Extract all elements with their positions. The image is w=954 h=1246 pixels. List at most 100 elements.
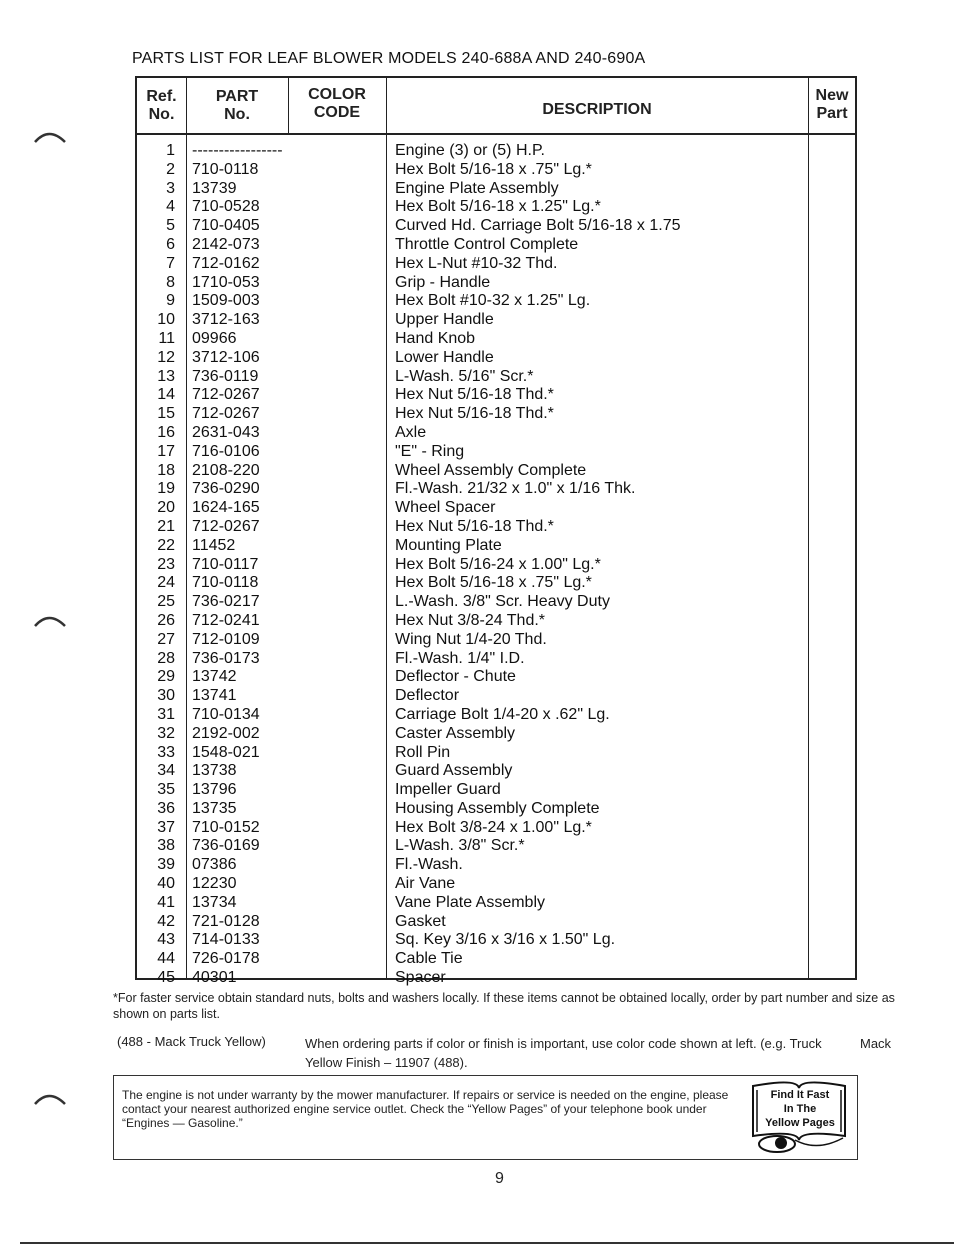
ref-no-cell: 4 (166, 198, 175, 216)
part-no-cell: 13741 (192, 687, 237, 705)
part-no-cell: 712-0241 (192, 611, 260, 629)
ref-no-cell: 15 (157, 405, 175, 423)
ref-no-cell: 39 (157, 856, 175, 874)
header-new-line2: Part (816, 105, 848, 122)
part-no-cell: 716-0106 (192, 442, 260, 460)
part-no-cell: 736-0119 (192, 367, 259, 385)
header-color-line1: COLOR (308, 86, 366, 103)
part-no-cell: 07386 (192, 856, 237, 874)
table-row: 2 710-0118 Hex Bolt 5/16-18 x .75" Lg.* (137, 161, 855, 180)
ref-no-cell: 14 (157, 386, 175, 404)
table-row: 38 736-0169 L-Wash. 3/8" Scr.* (137, 837, 855, 856)
table-row: 8 1710-053 Grip - Handle (137, 274, 855, 293)
table-row: 34 13738 Guard Assembly (137, 762, 855, 781)
part-no-cell: 13739 (192, 179, 237, 197)
table-row: 27 712-0109 Wing Nut 1/4-20 Thd. (137, 631, 855, 650)
ref-no-cell: 3 (166, 179, 175, 197)
part-no-cell: 13735 (192, 799, 237, 817)
part-no-cell: 1710-053 (192, 273, 260, 291)
header-ref-line1: Ref. (146, 88, 177, 105)
description-cell: Hand Knob (395, 329, 476, 347)
part-no-cell: 710-0118 (192, 160, 259, 178)
description-cell: Hex Nut 5/16-18 Thd.* (395, 405, 554, 423)
ref-no-cell: 31 (157, 705, 175, 723)
ref-no-cell: 5 (166, 217, 175, 235)
table-row: 16 2631-043 Axle (137, 424, 855, 443)
table-row: 44 726-0178 Cable Tie (137, 950, 855, 969)
yellow-pages-text: Find It Fast In The Yellow Pages (759, 1088, 841, 1130)
ref-no-cell: 16 (157, 423, 175, 441)
description-cell: L.-Wash. 3/8" Scr. Heavy Duty (395, 593, 610, 611)
color-code-stray-text: Mack (860, 1036, 892, 1051)
part-no-cell: 710-0134 (192, 705, 260, 723)
ref-no-cell: 38 (157, 837, 175, 855)
ref-no-cell: 18 (157, 461, 175, 479)
part-no-cell: 13742 (192, 668, 237, 686)
header-part-no: PART No. (186, 88, 288, 124)
ref-no-cell: 22 (157, 536, 175, 554)
part-no-cell: 710-0152 (192, 818, 260, 836)
part-no-cell: 721-0128 (192, 912, 260, 930)
ref-no-cell: 1 (166, 142, 175, 159)
description-cell: "E" - Ring (395, 442, 465, 460)
part-no-cell: ----------------- (192, 142, 283, 159)
header-new-line1: New (815, 87, 849, 104)
part-no-cell: 710-0405 (192, 217, 260, 235)
ref-no-cell: 37 (157, 818, 175, 836)
description-cell: Wing Nut 1/4-20 Thd. (395, 630, 547, 648)
footnote: *For faster service obtain standard nuts… (113, 991, 895, 1021)
header-new-part: New Part (808, 87, 856, 123)
part-no-cell: 710-0118 (192, 574, 259, 592)
ref-no-cell: 13 (157, 367, 175, 385)
header-ref-line2: No. (148, 106, 175, 123)
part-no-cell: 12230 (192, 875, 237, 893)
part-no-cell: 712-0267 (192, 386, 260, 404)
part-no-cell: 13738 (192, 762, 237, 780)
table-row: 12 3712-106 Lower Handle (137, 349, 855, 368)
table-row: 33 1548-021 Roll Pin (137, 744, 855, 763)
table-row: 5 710-0405 Curved Hd. Carriage Bolt 5/16-1… (137, 217, 855, 236)
ref-no-cell: 35 (157, 781, 175, 799)
table-body: 1 ----------------- Engine (3) or (5) H.P.… (137, 142, 855, 988)
header-color-code: COLOR CODE (288, 86, 386, 122)
description-cell: Fl.-Wash. (395, 856, 463, 874)
description-cell: Hex Bolt 5/16-18 x .75" Lg.* (395, 574, 592, 592)
description-cell: Wheel Spacer (395, 499, 496, 517)
description-cell: Wheel Assembly Complete (395, 461, 587, 479)
description-cell: Caster Assembly (395, 724, 516, 742)
part-no-cell: 1548-021 (192, 743, 260, 761)
description-cell: Upper Handle (395, 311, 494, 329)
description-cell: Sq. Key 3/16 x 3/16 x 1.50" Lg. (395, 931, 616, 949)
part-no-cell: 2108-220 (192, 461, 260, 479)
ref-no-cell: 33 (157, 743, 175, 761)
ref-no-cell: 26 (157, 611, 175, 629)
ref-no-cell: 44 (157, 950, 175, 968)
table-row: 13 736-0119 L-Wash. 5/16" Scr.* (137, 368, 855, 387)
description-cell: Hex Nut 5/16-18 Thd.* (395, 517, 554, 535)
scan-mark-icon (34, 616, 66, 627)
ref-no-cell: 9 (166, 292, 175, 310)
description-cell: Guard Assembly (395, 762, 513, 780)
ref-no-cell: 42 (157, 912, 175, 930)
table-row: 36 13735 Housing Assembly Complete (137, 800, 855, 819)
table-row: 3 13739 Engine Plate Assembly (137, 180, 855, 199)
header-part-line2: No. (224, 106, 250, 123)
part-no-cell: 3712-106 (192, 348, 260, 366)
ref-no-cell: 7 (166, 254, 175, 272)
table-row: 18 2108-220 Wheel Assembly Complete (137, 462, 855, 481)
ref-no-cell: 6 (166, 235, 175, 253)
badge-line: Yellow Pages (765, 1117, 835, 1129)
table-row: 26 712-0241 Hex Nut 3/8-24 Thd.* (137, 612, 855, 631)
part-no-cell: 1509-003 (192, 292, 260, 310)
table-row: 42 721-0128 Gasket (137, 913, 855, 932)
description-cell: Engine Plate Assembly (395, 179, 559, 197)
description-cell: Fl.-Wash. 21/32 x 1.0" x 1/16 Thk. (395, 480, 636, 498)
part-no-cell: 710-0117 (192, 555, 259, 573)
ref-no-cell: 8 (166, 273, 175, 291)
table-row: 37 710-0152 Hex Bolt 3/8-24 x 1.00" Lg.* (137, 819, 855, 838)
ref-no-cell: 28 (157, 649, 175, 667)
header-color-line2: CODE (313, 104, 361, 121)
part-no-cell: 736-0173 (192, 649, 260, 667)
table-row: 6 2142-073 Throttle Control Complete (137, 236, 855, 255)
table-row: 1 ----------------- Engine (3) or (5) H.P. (137, 142, 855, 161)
